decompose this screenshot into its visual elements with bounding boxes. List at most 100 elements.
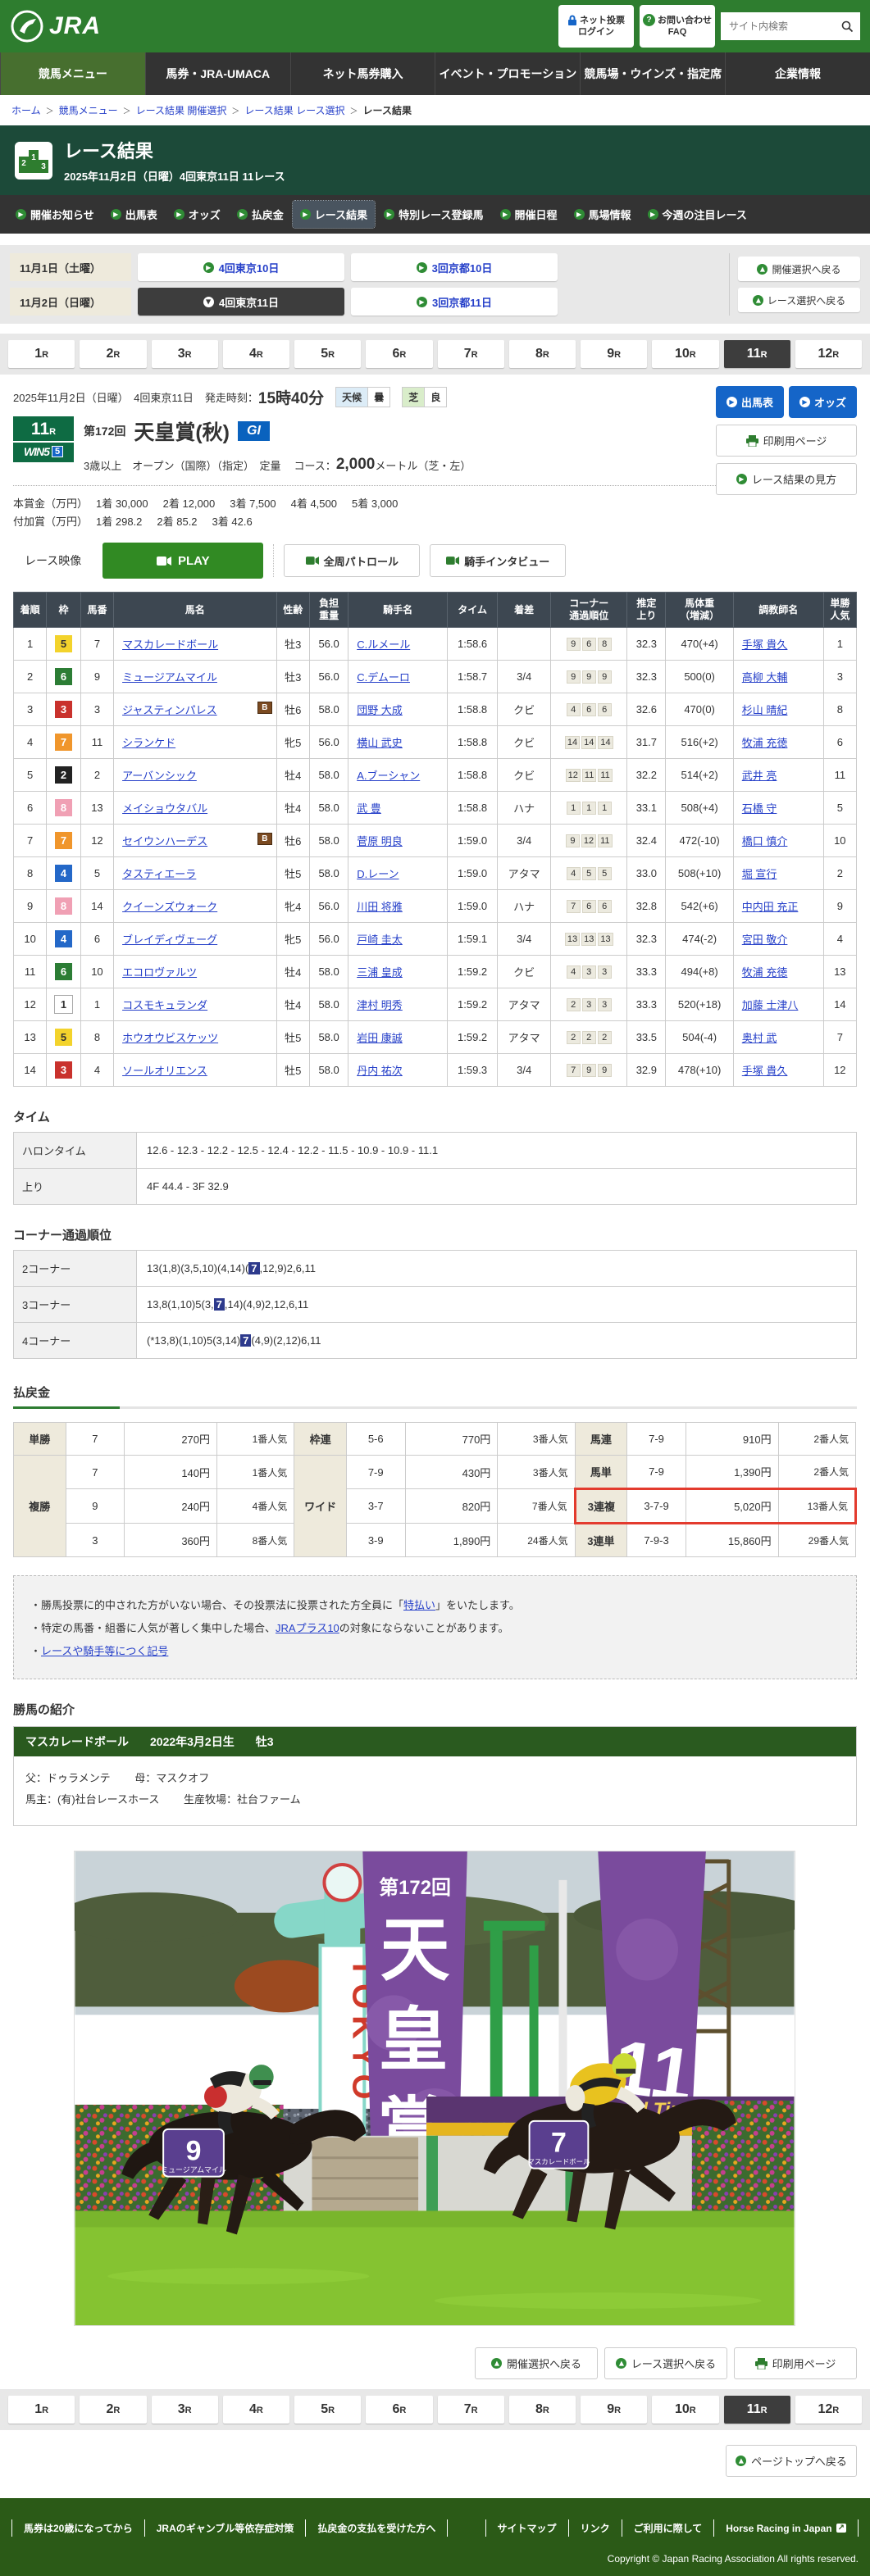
horse-name-link[interactable]: ホウオウビスケッツ	[122, 1032, 218, 1044]
race-tab-11r[interactable]: 11R	[724, 340, 790, 368]
footer-link[interactable]: JRAのギャンブル等依存症対策	[144, 2519, 306, 2537]
patrol-video-button[interactable]: 全周パトロール	[284, 544, 420, 577]
meeting-button[interactable]: ▶3回京都10日	[351, 253, 558, 281]
play-button[interactable]: PLAY	[102, 543, 263, 579]
global-nav-item[interactable]: 競馬メニュー	[0, 52, 145, 95]
result-guide-button[interactable]: ▶ レース結果の見方	[716, 463, 857, 495]
meeting-button[interactable]: ▶3回京都11日	[351, 288, 558, 316]
back-to-race-select-button[interactable]: ▶ レース選択へ戻る	[604, 2347, 727, 2379]
horse-name-link[interactable]: シランケド	[122, 737, 175, 749]
global-nav-item[interactable]: 馬券・JRA-UMACA	[145, 52, 290, 95]
race-tab-2r[interactable]: 2R	[80, 340, 146, 368]
horse-name-link[interactable]: ブレイディヴェーグ	[122, 934, 217, 946]
trainer-link[interactable]: 堀 宣行	[742, 868, 777, 880]
trainer-link[interactable]: 中内田 充正	[742, 901, 799, 913]
horse-name-link[interactable]: ジャスティンパレス	[122, 704, 217, 716]
race-tab-3r[interactable]: 3R	[152, 340, 218, 368]
back-to-race-select-button[interactable]: ▶レース選択へ戻る	[738, 288, 860, 312]
sub-nav-item[interactable]: ▶特別レース登録馬	[376, 201, 490, 228]
jockey-link[interactable]: 団野 大成	[357, 704, 403, 716]
page-top-button[interactable]: ▶ ページトップへ戻る	[726, 2445, 857, 2477]
global-nav-item[interactable]: 競馬場・ウインズ・指定席	[580, 52, 725, 95]
trainer-link[interactable]: 手塚 貴久	[742, 638, 788, 651]
sub-nav-item[interactable]: ▶開催日程	[493, 201, 565, 228]
race-tab-12r[interactable]: 12R	[795, 2396, 862, 2424]
horse-name-link[interactable]: クイーンズウォーク	[122, 901, 217, 913]
back-to-meeting-select-button[interactable]: ▶ 開催選択へ戻る	[475, 2347, 598, 2379]
jra-logo[interactable]: JRA	[10, 9, 101, 43]
global-nav-item[interactable]: イベント・プロモーション	[435, 52, 580, 95]
note-link[interactable]: 特払い	[403, 1599, 435, 1611]
footer-link[interactable]: 払戻金の支払を受けた方へ	[305, 2519, 448, 2537]
sub-nav-item[interactable]: ▶馬場情報	[567, 201, 639, 228]
trainer-link[interactable]: 石橋 守	[742, 802, 777, 815]
jockey-link[interactable]: 武 豊	[357, 802, 381, 815]
race-tab-6r[interactable]: 6R	[366, 2396, 432, 2424]
trainer-link[interactable]: 手塚 貴久	[742, 1065, 788, 1077]
jockey-link[interactable]: 岩田 康誠	[357, 1032, 403, 1044]
jockey-link[interactable]: C.デムーロ	[357, 671, 410, 684]
race-tab-10r[interactable]: 10R	[652, 2396, 718, 2424]
jockey-link[interactable]: 菅原 明良	[357, 835, 403, 847]
trainer-link[interactable]: 杉山 晴紀	[742, 704, 788, 716]
horse-name-link[interactable]: タスティエーラ	[122, 868, 196, 880]
sub-nav-item[interactable]: ▶開催お知らせ	[8, 201, 102, 228]
footer-link[interactable]: 馬券は20歳になってから	[11, 2519, 144, 2537]
breadcrumb-link[interactable]: ホーム	[11, 105, 41, 116]
race-tab-10r[interactable]: 10R	[652, 340, 718, 368]
race-tab-12r[interactable]: 12R	[795, 340, 862, 368]
meeting-button[interactable]: ▶4回東京11日	[138, 288, 344, 316]
global-nav-item[interactable]: 企業情報	[725, 52, 870, 95]
jockey-link[interactable]: 三浦 皇成	[357, 966, 403, 979]
footer-link[interactable]: ご利用に際して	[622, 2519, 714, 2537]
race-tab-8r[interactable]: 8R	[509, 2396, 576, 2424]
jockey-link[interactable]: A.ブーシャン	[357, 770, 420, 782]
horse-name-link[interactable]: セイウンハーデス	[122, 835, 207, 847]
horse-name-link[interactable]: アーバンシック	[122, 770, 197, 782]
horse-name-link[interactable]: メイショウタバル	[122, 802, 207, 815]
race-tab-4r[interactable]: 4R	[223, 2396, 289, 2424]
footer-link[interactable]: サイトマップ	[485, 2519, 568, 2537]
sub-nav-item[interactable]: ▶レース結果	[293, 201, 375, 228]
horse-name-link[interactable]: ミュージアムマイル	[122, 671, 217, 684]
footer-link[interactable]: リンク	[568, 2519, 622, 2537]
jockey-link[interactable]: 津村 明秀	[357, 999, 403, 1011]
race-tab-3r[interactable]: 3R	[152, 2396, 218, 2424]
print-page-button[interactable]: 印刷用ページ	[716, 425, 857, 457]
trainer-link[interactable]: 宮田 敬介	[742, 934, 788, 946]
footer-link[interactable]: Horse Racing in Japan↗	[713, 2519, 859, 2537]
jockey-interview-button[interactable]: 騎手インタビュー	[430, 544, 566, 577]
print-page-button[interactable]: 印刷用ページ	[734, 2347, 857, 2379]
back-to-meeting-select-button[interactable]: ▶開催選択へ戻る	[738, 257, 860, 281]
trainer-link[interactable]: 武井 亮	[742, 770, 777, 782]
net-vote-login-button[interactable]: ネット投票 ログイン	[558, 5, 634, 48]
race-tab-9r[interactable]: 9R	[581, 2396, 647, 2424]
faq-button[interactable]: ? お問い合わせ FAQ	[640, 5, 715, 48]
race-tab-1r[interactable]: 1R	[8, 340, 75, 368]
race-tab-7r[interactable]: 7R	[438, 2396, 504, 2424]
race-tab-5r[interactable]: 5R	[294, 2396, 361, 2424]
meeting-button[interactable]: ▶4回東京10日	[138, 253, 344, 281]
sub-nav-item[interactable]: ▶払戻金	[230, 201, 291, 228]
trainer-link[interactable]: 高柳 大輔	[742, 671, 788, 684]
race-tab-11r[interactable]: 11R	[724, 2396, 790, 2424]
jockey-link[interactable]: C.ルメール	[357, 638, 410, 651]
sub-nav-item[interactable]: ▶出馬表	[103, 201, 165, 228]
trainer-link[interactable]: 橋口 慎介	[742, 835, 788, 847]
entries-button[interactable]: ▶ 出馬表	[716, 386, 784, 418]
odds-button[interactable]: ▶ オッズ	[789, 386, 857, 418]
race-tab-1r[interactable]: 1R	[8, 2396, 75, 2424]
sub-nav-item[interactable]: ▶オッズ	[166, 201, 228, 228]
race-tab-6r[interactable]: 6R	[366, 340, 432, 368]
breadcrumb-link[interactable]: 競馬メニュー	[59, 105, 118, 116]
jockey-link[interactable]: 戸崎 圭太	[357, 934, 403, 946]
trainer-link[interactable]: 加藤 士津八	[742, 999, 799, 1011]
search-icon[interactable]	[841, 20, 854, 33]
race-tab-8r[interactable]: 8R	[509, 340, 576, 368]
horse-name-link[interactable]: エコロヴァルツ	[122, 966, 197, 979]
search-input[interactable]	[727, 20, 841, 33]
race-tab-2r[interactable]: 2R	[80, 2396, 146, 2424]
race-tab-4r[interactable]: 4R	[223, 340, 289, 368]
note-link[interactable]: レースや騎手等につく記号	[41, 1645, 168, 1657]
jockey-link[interactable]: 横山 武史	[357, 737, 403, 749]
